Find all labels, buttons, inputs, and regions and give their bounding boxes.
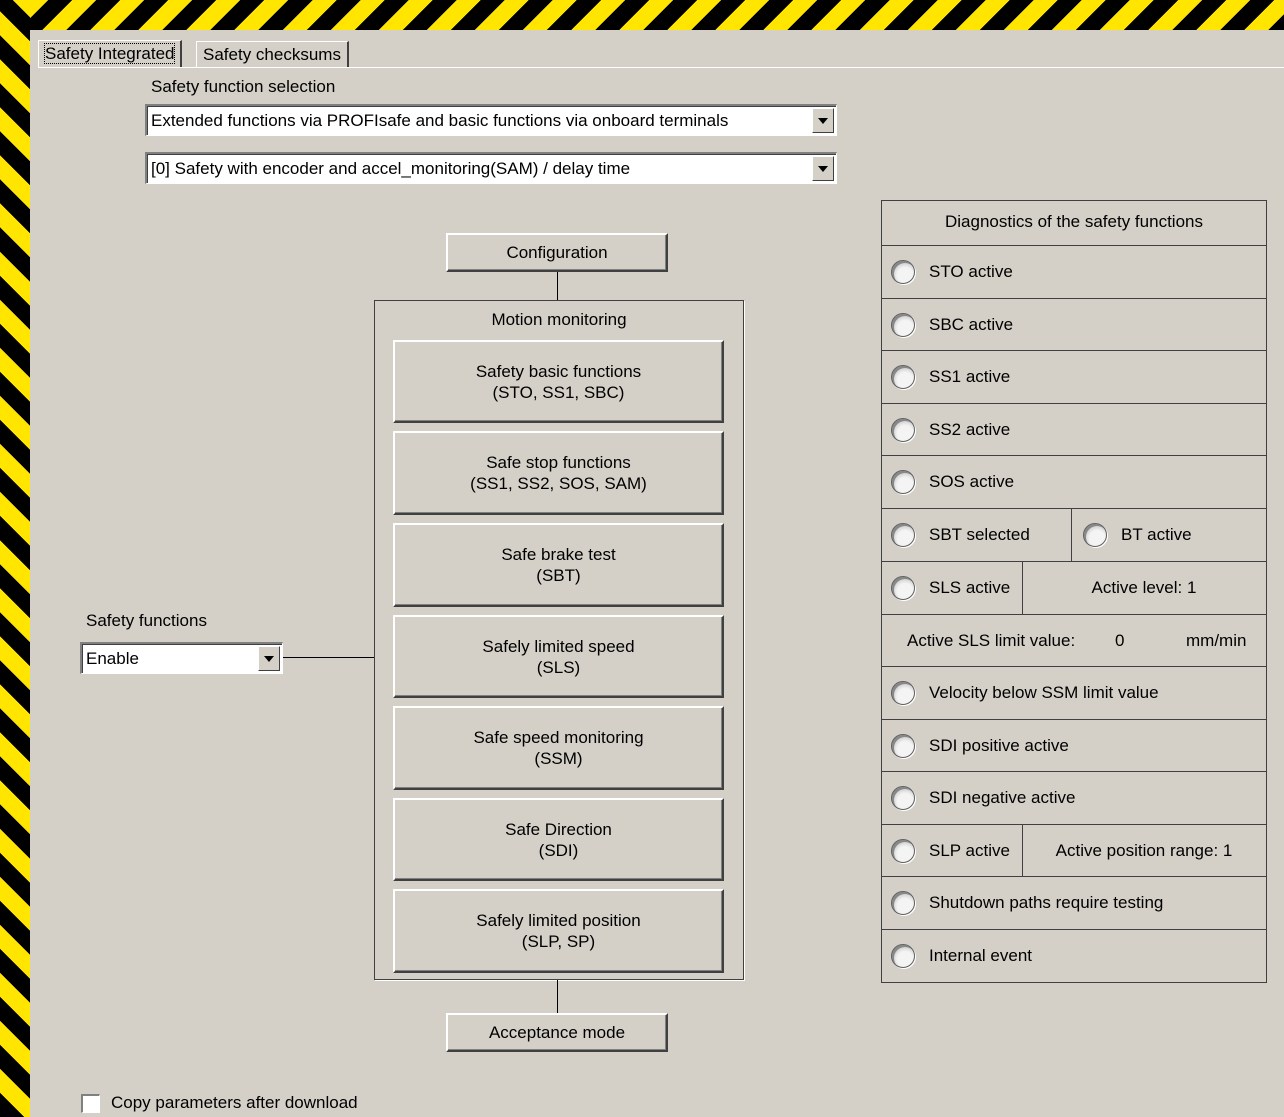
diag-label: Internal event bbox=[929, 946, 1033, 965]
diag-row-shutdown: Shutdown paths require testing bbox=[881, 876, 1267, 929]
diag-row-ssm: Velocity below SSM limit value bbox=[881, 666, 1267, 719]
safe-stop-functions-button[interactable]: Safe stop functions (SS1, SS2, SOS, SAM) bbox=[393, 431, 724, 515]
button-label-line2: (SLP, SP) bbox=[521, 932, 596, 951]
status-led-icon bbox=[891, 365, 915, 389]
diag-row-sto: STO active bbox=[881, 245, 1267, 298]
copy-params-label: Copy parameters after download bbox=[111, 1093, 358, 1112]
diag-label: SOS active bbox=[929, 472, 1015, 491]
diagnostics-title: Diagnostics of the safety functions bbox=[945, 212, 1203, 231]
button-label-line2: (SSM) bbox=[534, 749, 583, 768]
status-led-icon bbox=[891, 523, 915, 547]
connector-line bbox=[557, 272, 558, 300]
tab-label: Safety Integrated bbox=[43, 43, 176, 64]
tab-label: Safety checksums bbox=[203, 45, 341, 64]
status-led-icon bbox=[891, 681, 915, 705]
diag-label: Shutdown paths require testing bbox=[929, 893, 1164, 912]
chevron-down-icon[interactable] bbox=[812, 108, 834, 133]
diag-label: STO active bbox=[929, 262, 1013, 281]
configuration-button[interactable]: Configuration bbox=[446, 233, 668, 272]
diag-label: SDI negative active bbox=[929, 788, 1076, 807]
safety-functions-combo[interactable]: Enable bbox=[80, 642, 283, 674]
tab-safety-integrated[interactable]: Safety Integrated bbox=[38, 40, 183, 67]
safety-functions-label: Safety functions bbox=[86, 611, 207, 630]
button-label-line1: Safely limited speed bbox=[482, 636, 635, 656]
copy-params-checkbox[interactable] bbox=[81, 1094, 100, 1113]
hazard-stripe-top bbox=[0, 0, 1284, 30]
chevron-down-icon[interactable] bbox=[812, 156, 834, 181]
diag-row-sos: SOS active bbox=[881, 455, 1267, 508]
button-label-line2: (SBT) bbox=[536, 566, 581, 585]
safely-limited-speed-button[interactable]: Safely limited speed (SLS) bbox=[393, 615, 724, 698]
status-led-icon bbox=[1083, 523, 1107, 547]
status-led-icon bbox=[891, 891, 915, 915]
motion-monitoring-title: Motion monitoring bbox=[491, 310, 627, 329]
diag-label: SBC active bbox=[929, 315, 1014, 334]
diag-label: SS1 active bbox=[929, 367, 1011, 386]
diag-label: SS2 active bbox=[929, 420, 1011, 439]
status-led-icon bbox=[891, 786, 915, 810]
status-led-icon bbox=[891, 470, 915, 494]
diag-row-slp: SLP active Active position range: 1 bbox=[881, 824, 1267, 877]
sls-limit-label: Active SLS limit value: bbox=[907, 631, 1076, 650]
encoder-mode-combo[interactable]: [0] Safety with encoder and accel_monito… bbox=[145, 152, 837, 184]
status-led-icon bbox=[891, 944, 915, 968]
safe-speed-monitoring-button[interactable]: Safe speed monitoring (SSM) bbox=[393, 706, 724, 790]
connector-line bbox=[557, 980, 558, 1013]
status-led-icon bbox=[891, 313, 915, 337]
combo-value: Extended functions via PROFIsafe and bas… bbox=[151, 110, 729, 130]
button-label-line1: Safe speed monitoring bbox=[473, 728, 644, 747]
diag-label: SDI positive active bbox=[929, 736, 1069, 755]
diag-label: SBT selected bbox=[929, 525, 1030, 544]
status-led-icon bbox=[891, 418, 915, 442]
diag-row-sdi-negative: SDI negative active bbox=[881, 771, 1267, 824]
diag-row-sbt: SBT selected BT active bbox=[881, 508, 1267, 561]
position-range-readout: Active position range: 1 bbox=[1055, 841, 1233, 860]
diag-label: Velocity below SSM limit value bbox=[929, 683, 1159, 702]
button-label-line2: (SS1, SS2, SOS, SAM) bbox=[470, 474, 647, 493]
safe-brake-test-button[interactable]: Safe brake test (SBT) bbox=[393, 523, 724, 607]
diag-label: SLS active bbox=[929, 578, 1011, 597]
diag-row-sbc: SBC active bbox=[881, 298, 1267, 351]
hazard-stripe-left bbox=[0, 0, 30, 1117]
acceptance-mode-button[interactable]: Acceptance mode bbox=[446, 1013, 668, 1052]
safely-limited-position-button[interactable]: Safely limited position (SLP, SP) bbox=[393, 889, 724, 973]
button-label-line1: Safe stop functions bbox=[486, 453, 631, 472]
chevron-down-icon[interactable] bbox=[258, 646, 280, 671]
button-label-line2: (SLS) bbox=[536, 657, 581, 677]
status-led-icon bbox=[891, 734, 915, 758]
diag-label: SLP active bbox=[929, 841, 1010, 860]
status-led-icon bbox=[891, 260, 915, 284]
button-label-line2: (SDI) bbox=[538, 840, 579, 860]
diag-row-sls: SLS active Active level: 1 bbox=[881, 561, 1267, 614]
status-led-icon bbox=[891, 839, 915, 863]
button-label-line1: Safety basic functions bbox=[475, 361, 642, 381]
diag-row-sdi-positive: SDI positive active bbox=[881, 719, 1267, 772]
diag-row-ss2: SS2 active bbox=[881, 403, 1267, 456]
diag-row-ss1: SS1 active bbox=[881, 350, 1267, 403]
connector-line bbox=[283, 657, 374, 658]
tab-safety-checksums[interactable]: Safety checksums bbox=[196, 41, 349, 68]
button-label: Configuration bbox=[506, 243, 608, 262]
button-label: Acceptance mode bbox=[488, 1023, 626, 1042]
selection-label: Safety function selection bbox=[151, 77, 336, 96]
button-label-line1: Safe Direction bbox=[505, 819, 612, 839]
diag-row-sls-limit: Active SLS limit value: 0 mm/min bbox=[881, 614, 1267, 667]
sls-limit-value: 0 bbox=[1115, 631, 1125, 650]
safety-basic-functions-button[interactable]: Safety basic functions (STO, SS1, SBC) bbox=[393, 340, 724, 423]
safe-direction-button[interactable]: Safe Direction (SDI) bbox=[393, 798, 724, 881]
combo-value: [0] Safety with encoder and accel_monito… bbox=[151, 158, 631, 178]
button-label-line1: Safe brake test bbox=[501, 545, 616, 564]
diag-label: BT active bbox=[1121, 525, 1192, 544]
sls-limit-unit: mm/min bbox=[1186, 631, 1247, 650]
button-label-line2: (STO, SS1, SBC) bbox=[492, 382, 625, 402]
diag-row-internal: Internal event bbox=[881, 929, 1267, 982]
function-selection-combo[interactable]: Extended functions via PROFIsafe and bas… bbox=[145, 104, 837, 136]
active-level-readout: Active level: 1 bbox=[1091, 578, 1197, 597]
button-label-line1: Safely limited position bbox=[476, 911, 641, 930]
tab-divider bbox=[38, 67, 1284, 68]
cell-divider bbox=[1071, 509, 1072, 561]
combo-value: Enable bbox=[86, 648, 139, 668]
status-led-icon bbox=[891, 576, 915, 600]
